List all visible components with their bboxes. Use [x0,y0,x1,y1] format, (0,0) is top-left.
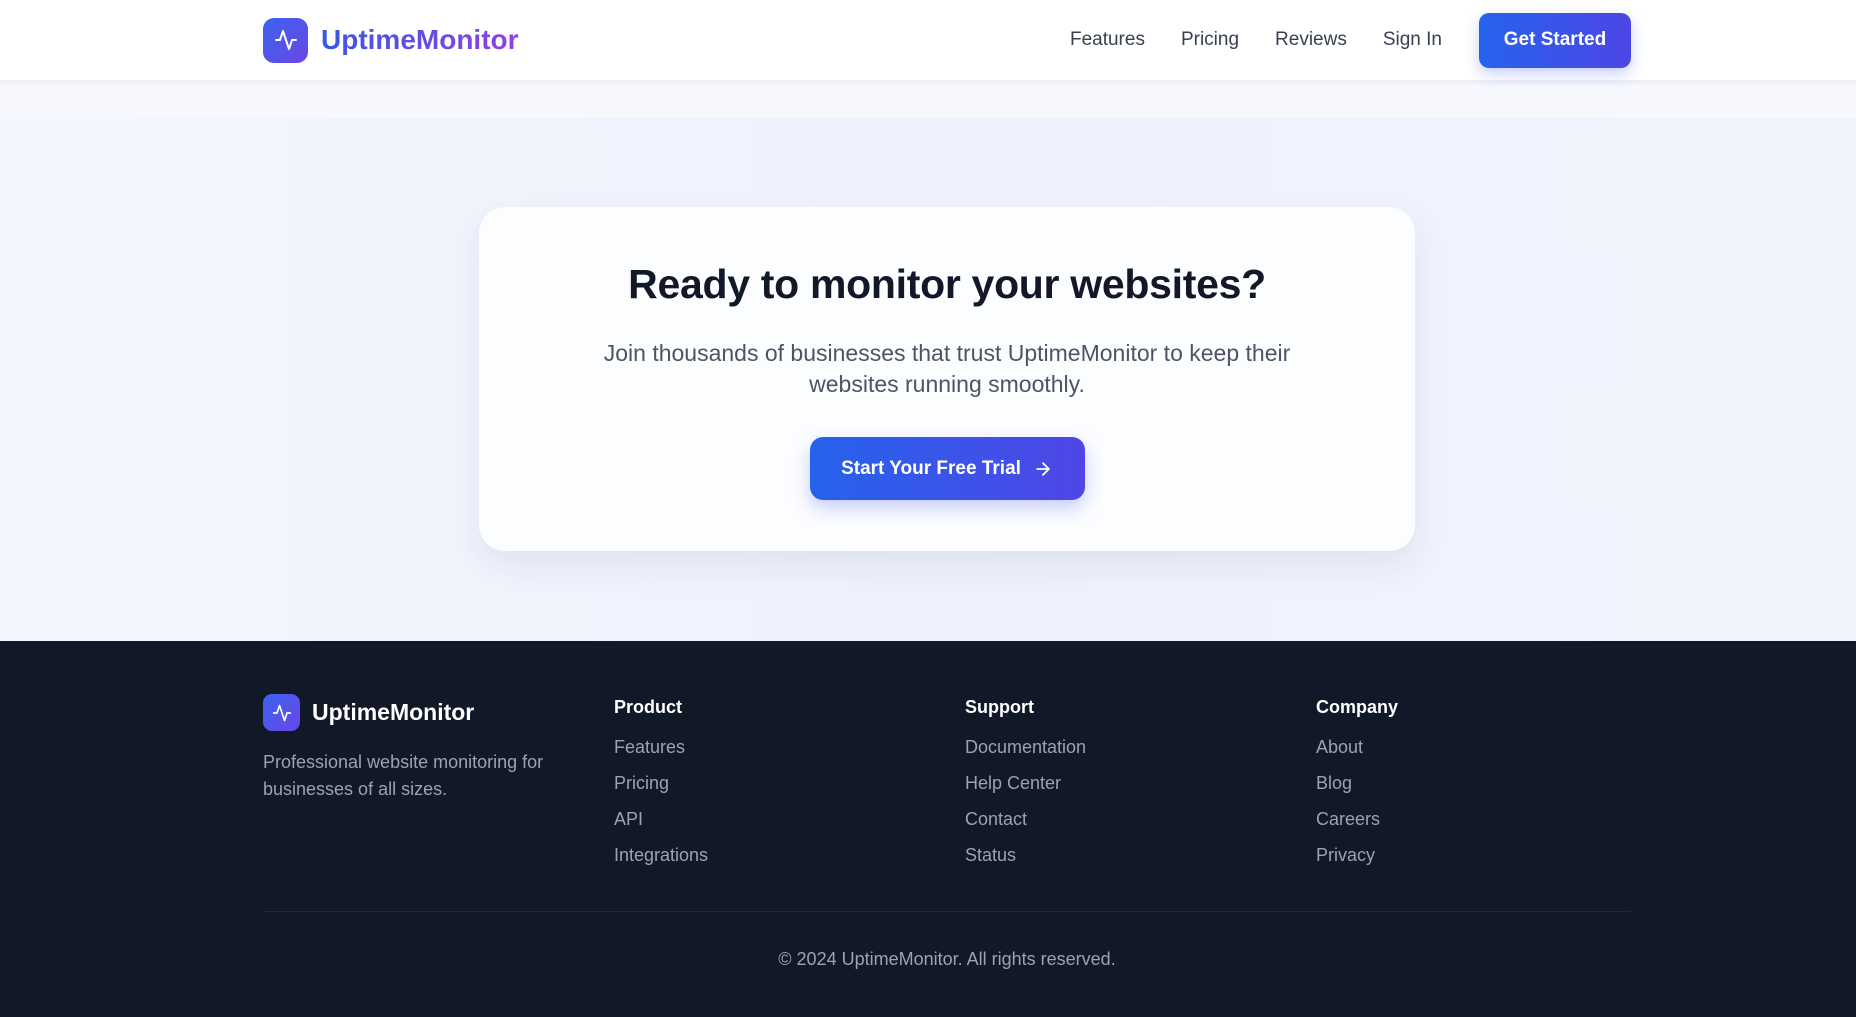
footer-brand-link[interactable]: UptimeMonitor [263,694,474,731]
footer-column-product: Product Features Pricing API Integration… [614,697,708,879]
cta-title: Ready to monitor your websites? [628,261,1266,307]
footer-column-company: Company About Blog Careers Privacy [1316,697,1398,879]
footer-divider [263,911,1631,912]
footer-link-pricing[interactable]: Pricing [614,773,669,793]
start-free-trial-label: Start Your Free Trial [841,457,1021,479]
footer-link-blog[interactable]: Blog [1316,773,1352,793]
footer-link-features[interactable]: Features [614,737,685,757]
footer-link-help-center[interactable]: Help Center [965,773,1061,793]
footer-link-careers[interactable]: Careers [1316,809,1380,829]
site-footer: UptimeMonitor Professional website monit… [0,641,1856,1017]
footer-link-privacy[interactable]: Privacy [1316,845,1375,865]
get-started-button[interactable]: Get Started [1479,12,1631,68]
footer-column-title: Product [614,697,683,717]
nav-link-sign-in[interactable]: Sign In [1383,29,1442,51]
cta-card: Ready to monitor your websites? Join tho… [479,207,1415,551]
footer-column-title: Company [1316,697,1399,717]
nav-link-pricing[interactable]: Pricing [1181,29,1239,51]
footer-link-contact[interactable]: Contact [965,809,1027,829]
brand-link[interactable]: UptimeMonitor [263,17,519,63]
activity-icon [263,17,308,63]
arrow-right-icon [1033,459,1053,479]
nav-link-features[interactable]: Features [1070,29,1145,51]
footer-link-api[interactable]: API [614,809,643,829]
hero-top-band [0,80,1856,118]
copyright-text: © 2024 UptimeMonitor. All rights reserve… [778,949,1116,969]
footer-link-integrations[interactable]: Integrations [614,845,708,865]
nav-link-reviews[interactable]: Reviews [1275,29,1347,51]
footer-link-status[interactable]: Status [965,845,1016,865]
header-inner: UptimeMonitor Features Pricing Reviews S… [263,0,1631,80]
activity-icon [263,694,300,731]
main-nav: Features Pricing Reviews Sign In Get Sta… [1070,12,1631,68]
brand-name: UptimeMonitor [321,24,519,55]
footer-inner: UptimeMonitor Professional website monit… [263,641,1631,1017]
site-header: UptimeMonitor Features Pricing Reviews S… [0,0,1856,80]
footer-tagline: Professional website monitoring for busi… [263,752,544,799]
cta-description: Join thousands of businesses that trust … [603,340,1291,397]
footer-column-title: Support [965,697,1034,717]
start-free-trial-button[interactable]: Start Your Free Trial [809,437,1085,500]
footer-link-documentation[interactable]: Documentation [965,737,1086,757]
footer-link-about[interactable]: About [1316,737,1363,757]
footer-column-support: Support Documentation Help Center Contac… [965,697,1086,879]
footer-brand-name: UptimeMonitor [312,699,475,725]
